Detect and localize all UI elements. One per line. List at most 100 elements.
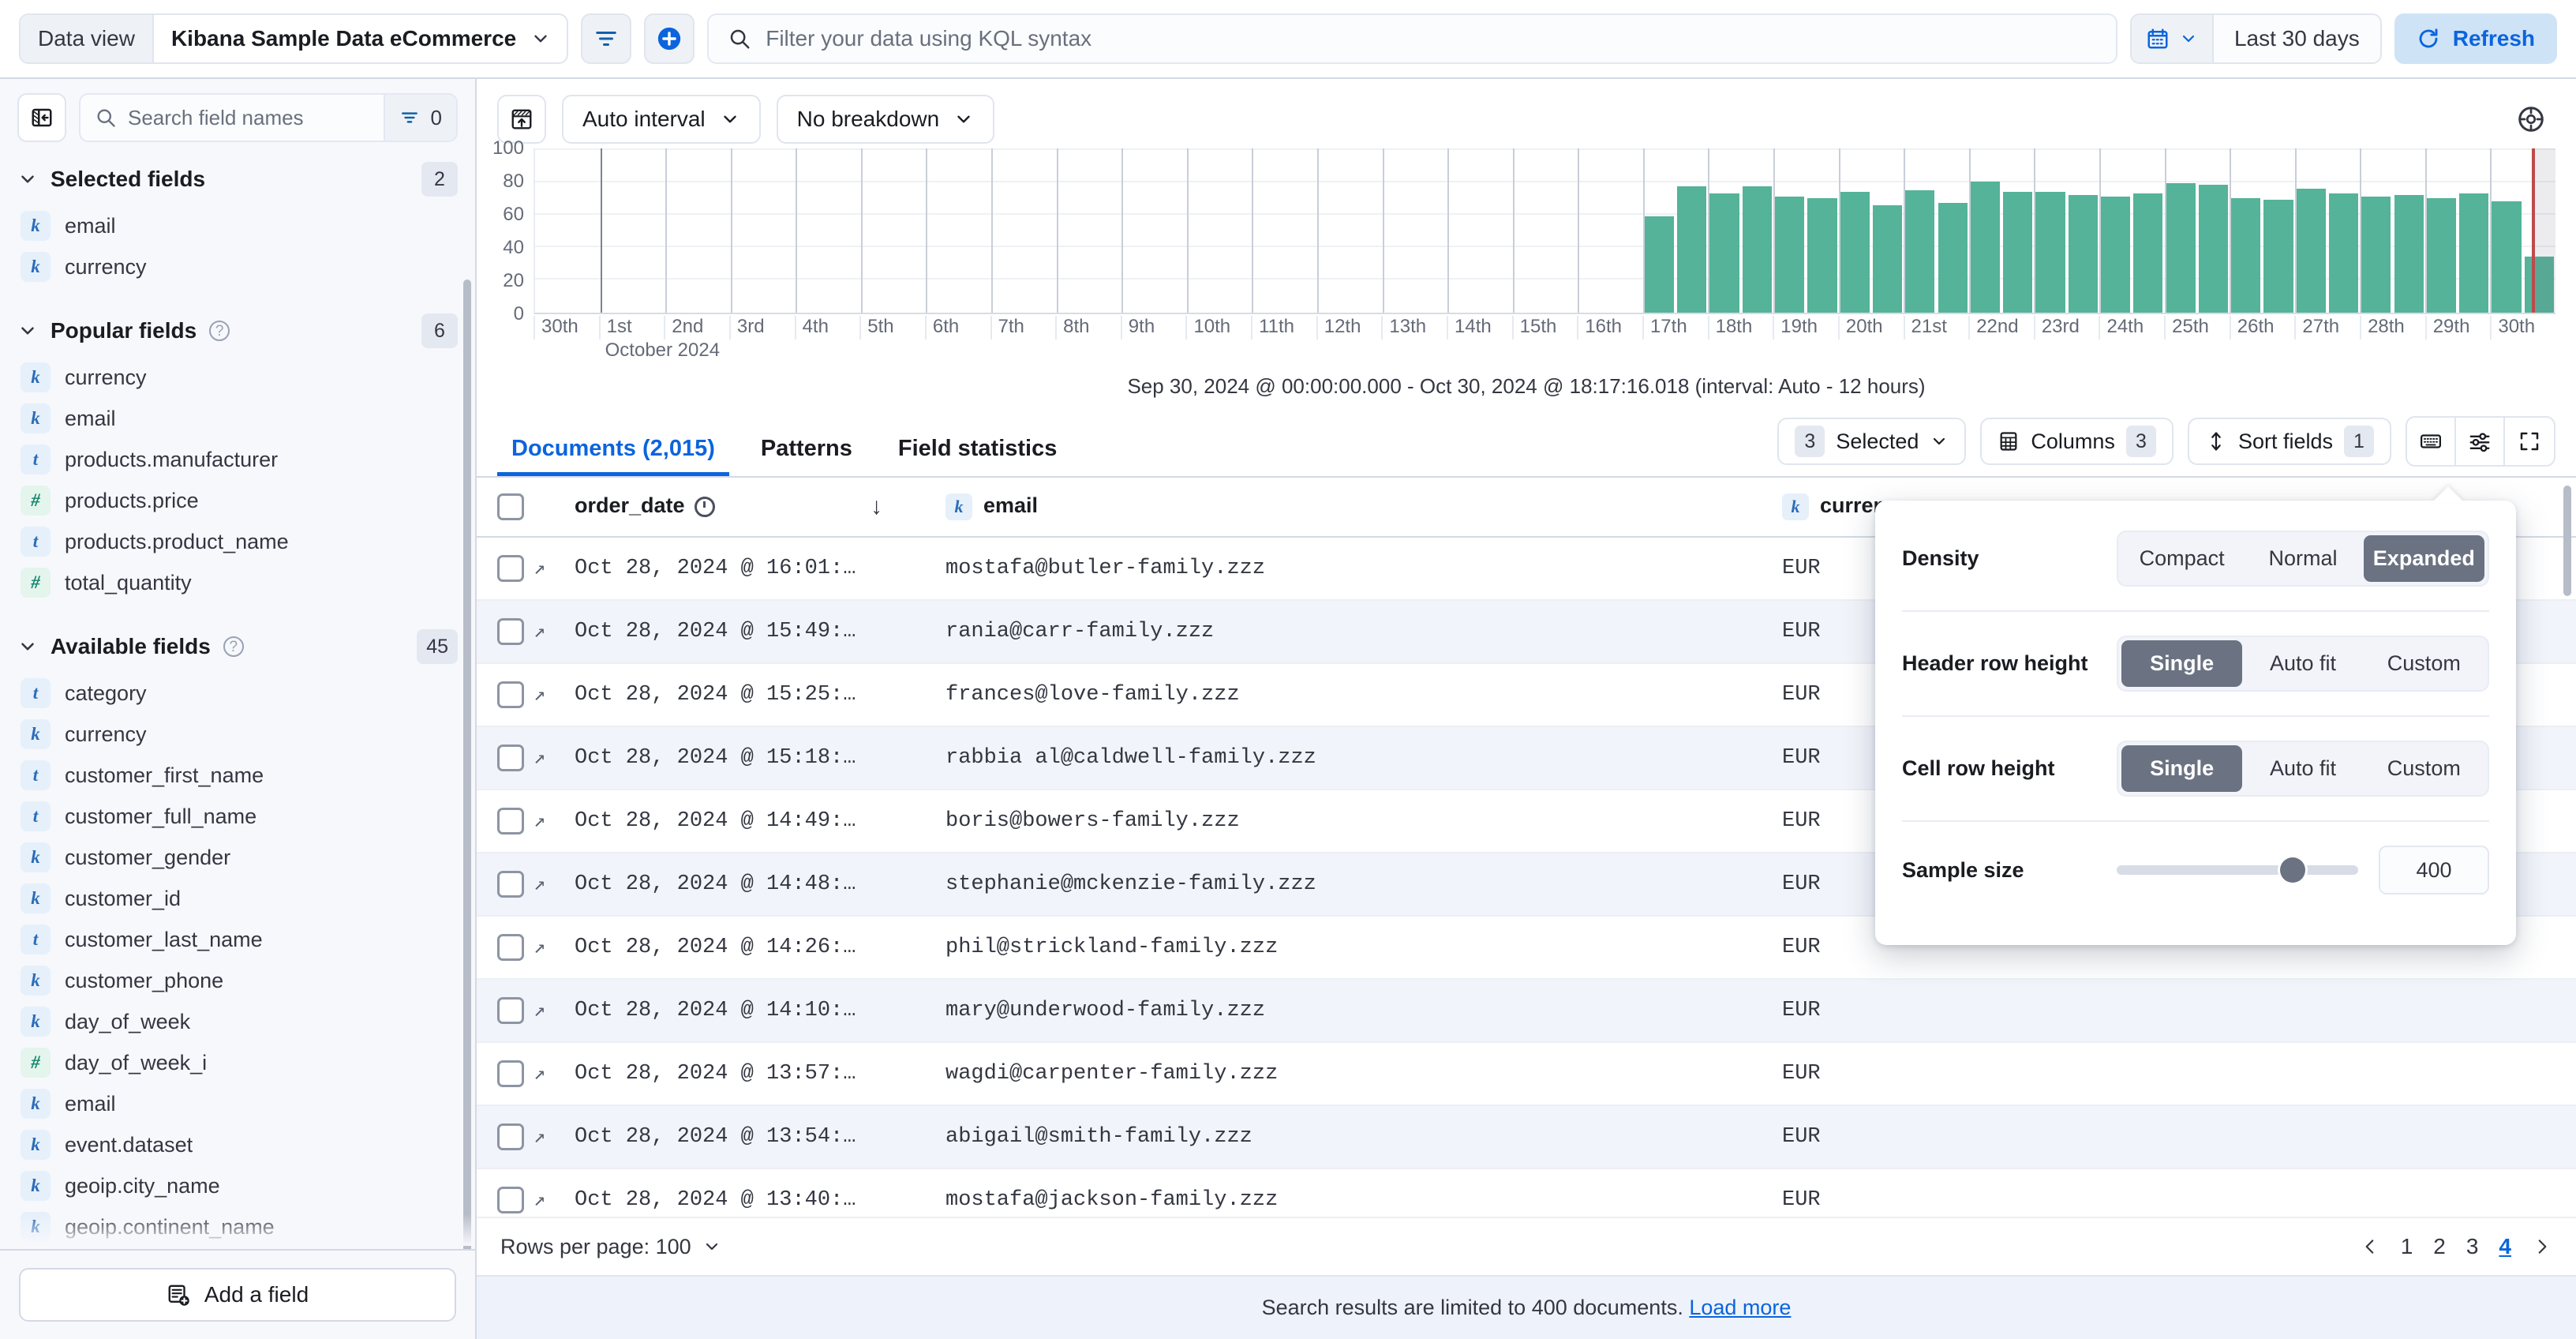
chart-bar[interactable] <box>1742 186 1772 313</box>
column-header-email[interactable]: k email <box>945 478 1782 538</box>
field-item-geoip-city-name[interactable]: k geoip.city_name <box>17 1165 458 1206</box>
row-expand-cell[interactable]: ↗ <box>534 1105 575 1169</box>
field-group-popular-fields[interactable]: Popular fields ? 6 <box>17 305 458 357</box>
expand-row-icon[interactable]: ↗ <box>534 1000 545 1022</box>
row-checkbox[interactable] <box>497 555 524 582</box>
row-expand-cell[interactable]: ↗ <box>534 916 575 980</box>
chart-bar[interactable] <box>2329 193 2359 313</box>
row-select-cell[interactable] <box>477 979 534 1043</box>
row-checkbox[interactable] <box>497 618 524 645</box>
expand-row-icon[interactable]: ↗ <box>534 557 545 580</box>
field-item-day-of-week-i[interactable]: # day_of_week_i <box>17 1042 458 1083</box>
breakdown-selector[interactable]: No breakdown <box>776 95 995 144</box>
density-option-expanded[interactable]: Expanded <box>2363 535 2484 582</box>
row-select-cell[interactable] <box>477 663 534 727</box>
cell-email[interactable]: mostafa@butler-family.zzz <box>945 537 1782 601</box>
selected-documents-button[interactable]: 3 Selected <box>1777 418 1967 465</box>
field-item-products-price[interactable]: # products.price <box>17 480 458 521</box>
field-type-filter-button[interactable]: 0 <box>383 95 456 141</box>
chart-bar[interactable] <box>2166 183 2196 313</box>
chart-bar[interactable] <box>2133 193 2163 313</box>
field-item-geoip-continent-name[interactable]: k geoip.continent_name <box>17 1206 458 1247</box>
table-row[interactable]: ↗ Oct 28, 2024 @ 14:10:… mary@underwood-fa… <box>477 979 2576 1043</box>
cell-currency[interactable]: EUR <box>1782 979 2576 1043</box>
tab-patterns[interactable]: Patterns <box>747 436 867 476</box>
row-expand-cell[interactable]: ↗ <box>534 537 575 601</box>
row-checkbox[interactable] <box>497 681 524 708</box>
chart-bar[interactable] <box>2231 198 2261 313</box>
cell-order-date[interactable]: Oct 28, 2024 @ 13:54:… <box>575 1105 945 1169</box>
chart-options-button[interactable] <box>2507 95 2555 144</box>
field-list[interactable]: Selected fields 2 k email k currency Pop… <box>0 153 475 1249</box>
row-expand-cell[interactable]: ↗ <box>534 726 575 790</box>
cell-currency[interactable]: EUR <box>1782 1168 2576 1217</box>
chart-bar[interactable] <box>1644 216 1675 313</box>
sample-size-slider[interactable] <box>2117 857 2358 883</box>
load-more-link[interactable]: Load more <box>1689 1296 1791 1319</box>
cell-row-height-option-single[interactable]: Single <box>2121 745 2243 792</box>
field-item-currency[interactable]: k currency <box>17 714 458 755</box>
chart-bar[interactable] <box>2492 201 2522 313</box>
filter-button[interactable] <box>581 13 632 64</box>
add-a-field-button[interactable]: Add a field <box>19 1268 456 1322</box>
field-item-email[interactable]: k email <box>17 1083 458 1124</box>
density-option-compact[interactable]: Compact <box>2121 535 2242 582</box>
chart-bar[interactable] <box>2035 191 2065 313</box>
cell-order-date[interactable]: Oct 28, 2024 @ 14:49:… <box>575 790 945 853</box>
cell-order-date[interactable]: Oct 28, 2024 @ 14:26:… <box>575 916 945 980</box>
row-checkbox[interactable] <box>497 997 524 1024</box>
page-button-1[interactable]: 1 <box>2401 1234 2413 1259</box>
chart-bar[interactable] <box>2068 194 2098 313</box>
cell-currency[interactable]: EUR <box>1782 1042 2576 1106</box>
date-quick-menu-button[interactable] <box>2131 15 2214 62</box>
cell-email[interactable]: abigail@smith-family.zzz <box>945 1105 1782 1169</box>
row-select-cell[interactable] <box>477 916 534 980</box>
field-item-customer-full-name[interactable]: t customer_full_name <box>17 796 458 837</box>
sort-fields-button[interactable]: Sort fields 1 <box>2187 418 2391 465</box>
row-select-cell[interactable] <box>477 600 534 664</box>
sample-size-input[interactable]: 400 <box>2379 846 2489 895</box>
cell-order-date[interactable]: Oct 28, 2024 @ 14:48:… <box>575 853 945 917</box>
field-item-products-manufacturer[interactable]: t products.manufacturer <box>17 439 458 480</box>
field-item-customer-phone[interactable]: k customer_phone <box>17 960 458 1001</box>
field-item-customer-last-name[interactable]: t customer_last_name <box>17 919 458 960</box>
field-item-category[interactable]: t category <box>17 673 458 714</box>
row-checkbox[interactable] <box>497 1123 524 1150</box>
chart-bar[interactable] <box>2361 197 2391 313</box>
chart-bar[interactable] <box>2296 188 2326 313</box>
columns-button[interactable]: Columns 3 <box>1980 418 2174 465</box>
cell-row-height-segmented-control[interactable]: Single Auto fit Custom <box>2117 741 2489 797</box>
table-scrollbar[interactable] <box>2563 486 2571 596</box>
add-filter-button[interactable] <box>644 13 695 64</box>
data-view-value[interactable]: Kibana Sample Data eCommerce <box>154 15 567 62</box>
cell-order-date[interactable]: Oct 28, 2024 @ 15:25:… <box>575 663 945 727</box>
page-button-4[interactable]: 4 <box>2499 1234 2511 1259</box>
row-checkbox[interactable] <box>497 808 524 835</box>
field-search-input[interactable]: Search field names <box>80 106 384 130</box>
expand-row-icon[interactable]: ↗ <box>534 684 545 707</box>
next-page-button[interactable] <box>2532 1236 2552 1257</box>
row-expand-cell[interactable]: ↗ <box>534 853 575 917</box>
row-checkbox[interactable] <box>497 1060 524 1087</box>
expand-row-icon[interactable]: ↗ <box>534 936 545 959</box>
field-item-currency[interactable]: k currency <box>17 357 458 398</box>
expand-row-icon[interactable]: ↗ <box>534 1126 545 1149</box>
cell-email[interactable]: stephanie@mckenzie-family.zzz <box>945 853 1782 917</box>
row-checkbox[interactable] <box>497 871 524 898</box>
row-select-cell[interactable] <box>477 726 534 790</box>
interval-selector[interactable]: Auto interval <box>562 95 761 144</box>
expand-row-icon[interactable]: ↗ <box>534 810 545 833</box>
cell-email[interactable]: rabbia al@caldwell-family.zzz <box>945 726 1782 790</box>
row-expand-cell[interactable]: ↗ <box>534 790 575 853</box>
cell-currency[interactable]: EUR <box>1782 1105 2576 1169</box>
cell-order-date[interactable]: Oct 28, 2024 @ 16:01:… <box>575 537 945 601</box>
chart-bar[interactable] <box>2198 185 2229 313</box>
field-item-total-quantity[interactable]: # total_quantity <box>17 562 458 603</box>
field-group-selected-fields[interactable]: Selected fields 2 <box>17 153 458 205</box>
sort-descending-icon[interactable]: ↓ <box>871 493 882 520</box>
cell-row-height-option-auto-fit[interactable]: Auto fit <box>2242 745 2363 792</box>
table-row[interactable]: ↗ Oct 28, 2024 @ 13:54:… abigail@smith-fam… <box>477 1105 2576 1169</box>
expand-row-icon[interactable]: ↗ <box>534 1189 545 1212</box>
chart-bar[interactable] <box>2459 193 2489 313</box>
select-all-checkbox[interactable] <box>497 493 524 520</box>
